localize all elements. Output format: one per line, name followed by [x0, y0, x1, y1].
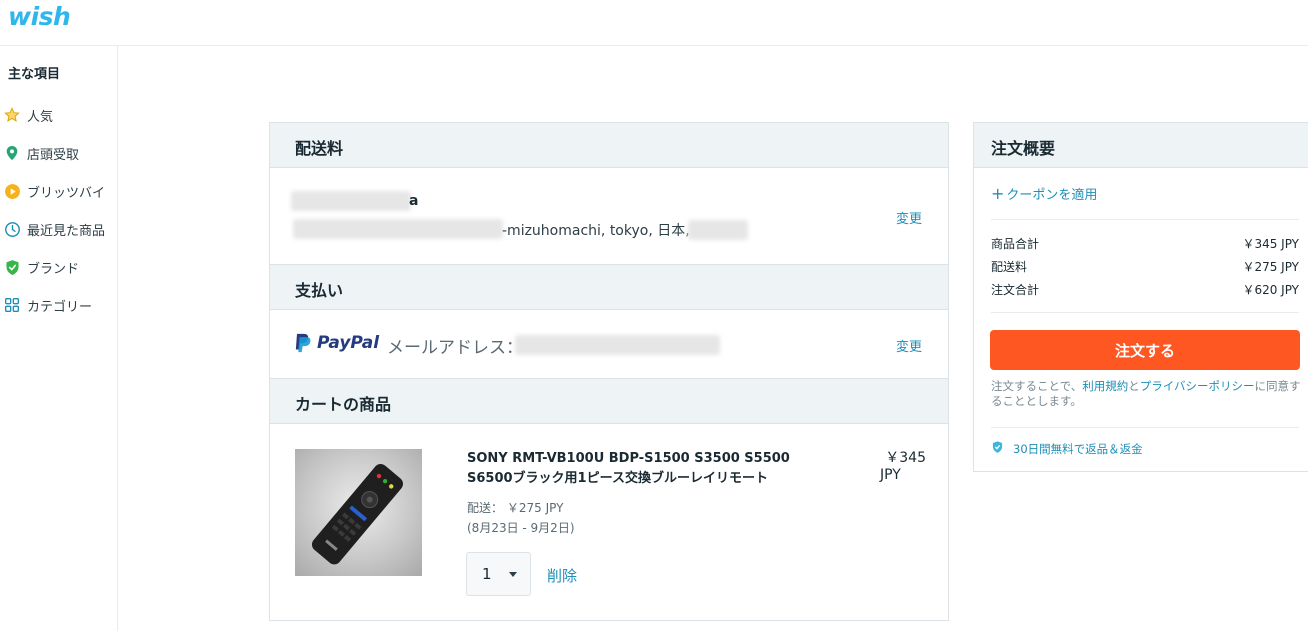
clock-icon	[3, 220, 21, 238]
payment-change-link[interactable]: 変更	[896, 336, 922, 355]
shipping-address: -mizuhomachi, tokyo, 日本,	[502, 223, 690, 239]
shipping-section-header: 配送料	[270, 123, 948, 168]
sidebar-item-brands[interactable]: ブランド	[3, 257, 117, 277]
star-icon	[3, 106, 21, 124]
cart-section-header: カートの商品	[270, 378, 948, 424]
apply-coupon-link[interactable]: + クーポンを適用	[991, 184, 1097, 203]
shield-check-icon	[3, 258, 21, 276]
quantity-select[interactable]: 1	[466, 552, 531, 596]
terms-and: と	[1128, 379, 1140, 393]
sidebar-item-label: 最近見た商品	[27, 223, 106, 239]
product-shipping-label: 配送：	[467, 501, 504, 515]
product-shipping: 配送： ￥275 JPY	[467, 499, 563, 516]
terms-text: 注文することで、利用規約とプライバシーポリシーに同意することとします。	[991, 379, 1301, 409]
sidebar-item-label: カテゴリー	[27, 299, 93, 315]
order-summary-panel: 注文概要 + クーポンを適用 商品合計 ￥345 JPY 配送料 ￥275 JP…	[973, 122, 1308, 472]
chevron-down-icon	[508, 571, 517, 577]
product-name[interactable]: SONY RMT-VB100U BDP-S1500 S3500 S5500 S6…	[467, 449, 827, 489]
coupon-label: クーポンを適用	[1006, 188, 1098, 203]
payment-email-label: メールアドレス：	[387, 338, 523, 358]
product-price-amount: ￥345	[885, 450, 926, 466]
sidebar-heading: 主な項目	[8, 67, 61, 82]
redacted-email	[515, 335, 720, 355]
paypal-icon	[295, 333, 311, 353]
terms-of-use-link[interactable]: 利用規約	[1082, 379, 1128, 393]
redacted-address	[293, 219, 503, 239]
summary-row-label: 注文合計	[991, 283, 1040, 297]
summary-row-value: ￥620 JPY	[1242, 283, 1299, 297]
plus-icon: +	[991, 184, 1005, 203]
product-price: ￥345	[880, 449, 926, 467]
divider	[991, 312, 1299, 313]
wish-logo[interactable]: wish	[8, 2, 71, 31]
summary-row-shipping: 配送料 ￥275 JPY	[991, 258, 1299, 276]
product-shipping-price: ￥275 JPY	[506, 501, 564, 515]
summary-row-total: 注文合計 ￥620 JPY	[991, 281, 1299, 299]
divider	[991, 219, 1299, 220]
payment-title: 支払い	[295, 281, 344, 300]
location-pin-icon	[3, 144, 21, 162]
summary-title: 注文概要	[991, 139, 1056, 158]
sidebar-item-categories[interactable]: カテゴリー	[3, 295, 117, 315]
summary-row-label: 配送料	[991, 260, 1028, 274]
return-guarantee-link[interactable]: 30日間無料で返品＆返金	[991, 439, 1143, 458]
product-price-currency: JPY	[880, 467, 901, 483]
shipping-title: 配送料	[295, 139, 344, 158]
top-bar: wish	[0, 0, 1308, 46]
summary-row-value: ￥275 JPY	[1242, 260, 1299, 274]
sidebar: 主な項目 人気 店頭受取 ブリッツバイ 最近見た商品 ブランド カテゴリー	[0, 46, 118, 631]
place-order-button[interactable]: 注文する	[990, 330, 1300, 370]
product-image[interactable]	[295, 449, 422, 576]
remove-item-link[interactable]: 削除	[547, 565, 577, 586]
sidebar-item-label: ブリッツバイ	[27, 185, 106, 201]
grid-icon	[3, 296, 21, 314]
shipping-name: a	[409, 193, 419, 209]
redacted-name	[291, 191, 411, 211]
sidebar-item-recently-viewed[interactable]: 最近見た商品	[3, 219, 117, 239]
sidebar-item-store-pickup[interactable]: 店頭受取	[3, 143, 117, 163]
cart-title: カートの商品	[295, 395, 392, 414]
quantity-value: 1	[482, 565, 492, 583]
checkout-panel: 配送料 a -mizuhomachi, tokyo, 日本, 変更 支払い Pa…	[269, 122, 949, 621]
sidebar-item-label: 人気	[27, 109, 54, 125]
return-guarantee-label: 30日間無料で返品＆返金	[1013, 441, 1143, 456]
paypal-logo: PayPal	[293, 333, 379, 353]
privacy-policy-link[interactable]: プライバシーポリシー	[1140, 379, 1255, 393]
summary-row-label: 商品合計	[991, 237, 1040, 251]
remote-control-icon	[311, 463, 403, 565]
sidebar-item-label: ブランド	[27, 261, 80, 277]
payment-section-header: 支払い	[270, 264, 948, 310]
paypal-wordmark: PayPal	[317, 333, 380, 353]
product-delivery-window: (8月23日 - 9月2日)	[467, 521, 575, 535]
summary-row-subtotal: 商品合計 ￥345 JPY	[991, 235, 1299, 253]
sidebar-item-popular[interactable]: 人気	[3, 105, 117, 125]
shipping-change-link[interactable]: 変更	[896, 208, 922, 227]
redacted-postal-code	[688, 220, 748, 240]
summary-section-header: 注文概要	[974, 123, 1308, 168]
sidebar-item-blitz-buy[interactable]: ブリッツバイ	[3, 181, 117, 201]
terms-prefix: 注文することで、	[991, 379, 1083, 393]
sidebar-item-label: 店頭受取	[27, 147, 80, 163]
play-circle-icon	[3, 182, 21, 200]
shield-icon	[991, 439, 1004, 458]
summary-row-value: ￥345 JPY	[1242, 237, 1299, 251]
divider	[991, 427, 1299, 428]
